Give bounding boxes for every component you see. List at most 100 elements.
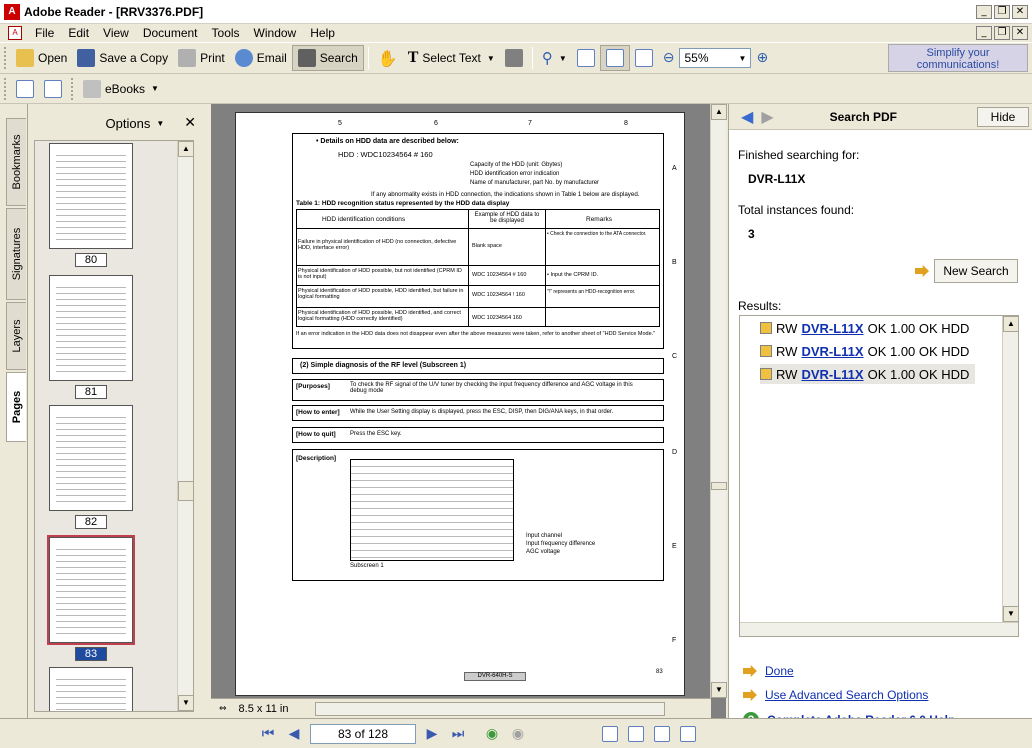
document-scrollbar[interactable]: ▲ ▼ <box>710 104 727 698</box>
result-item[interactable]: RW DVR-L11X OK 1.00 OK HDD <box>760 318 969 338</box>
table-cell: Physical identification of HDD possible,… <box>298 288 464 300</box>
close-panel-icon[interactable]: ✕ <box>184 115 196 131</box>
toolbar-grip[interactable] <box>4 47 7 69</box>
snapshot-button[interactable] <box>500 45 528 71</box>
tab-signatures[interactable]: Signatures <box>6 208 26 300</box>
tab-pages[interactable]: Pages <box>6 372 26 442</box>
zoom-in-button[interactable]: ⊕ <box>751 45 773 71</box>
results-scrollbar[interactable]: ▲ ▼ <box>1002 316 1019 622</box>
done-row[interactable]: Done <box>743 664 794 678</box>
chevron-down-icon[interactable]: ▼ <box>151 84 159 93</box>
search-header: ◀ ▶ Search PDF Hide <box>729 104 1032 130</box>
menu-window[interactable]: Window <box>247 26 304 40</box>
result-match[interactable]: DVR-L11X <box>801 344 863 359</box>
result-item[interactable]: RW DVR-L11X OK 1.00 OK HDD <box>760 341 969 361</box>
previous-page-icon[interactable]: ◀ <box>284 724 304 744</box>
email-button[interactable]: Email <box>230 45 292 71</box>
result-match[interactable]: DVR-L11X <box>801 321 863 336</box>
doc-close-button[interactable]: ✕ <box>1012 26 1028 40</box>
result-item-selected[interactable]: RW DVR-L11X OK 1.00 OK HDD <box>760 364 976 384</box>
scroll-down-icon[interactable]: ▼ <box>178 695 193 711</box>
doc-restore-button[interactable]: ❐ <box>994 26 1010 40</box>
advanced-search-link[interactable]: Use Advanced Search Options <box>765 688 928 702</box>
doc-minimize-button[interactable]: _ <box>976 26 992 40</box>
done-link[interactable]: Done <box>765 664 794 678</box>
forward-arrow-icon[interactable]: ▶ <box>761 107 773 126</box>
page-thumbnail[interactable] <box>49 143 133 249</box>
zoom-out-button[interactable]: ⊖ <box>658 45 680 71</box>
chevron-down-icon[interactable]: ▼ <box>156 119 164 128</box>
first-page-icon[interactable]: ⏮ <box>258 724 278 744</box>
page-thumbnail[interactable] <box>49 405 133 511</box>
hide-button[interactable]: Hide <box>977 106 1029 127</box>
zoom-field[interactable]: 55% ▼ <box>679 48 752 68</box>
page-thumbnail-selected[interactable] <box>47 535 135 645</box>
zoom-in-tool-button[interactable]: ⚲ ▼ <box>537 45 572 71</box>
chevron-down-icon[interactable]: ▼ <box>487 54 495 63</box>
hdd-line: HDD : WDC10234564 # 160 <box>338 150 433 159</box>
toolbar-grip[interactable] <box>71 77 74 100</box>
save-copy-button[interactable]: Save a Copy <box>72 45 173 71</box>
horizontal-scrollbar[interactable] <box>314 701 665 716</box>
menu-edit[interactable]: Edit <box>61 26 96 40</box>
open-button[interactable]: Open <box>11 45 72 71</box>
scroll-thumb[interactable] <box>178 481 193 501</box>
tab-layers[interactable]: Layers <box>6 302 26 370</box>
scroll-thumb[interactable] <box>711 482 727 490</box>
ebooks-button[interactable]: eBooks ▼ <box>78 76 164 102</box>
close-button[interactable]: ✕ <box>1012 4 1028 19</box>
continuous-icon[interactable] <box>628 725 644 742</box>
rotate-button[interactable] <box>39 76 67 102</box>
fit-page-button[interactable] <box>599 45 630 71</box>
scroll-down-icon[interactable]: ▼ <box>711 682 727 698</box>
single-page-icon[interactable] <box>602 725 618 742</box>
page-thumbnail[interactable] <box>49 667 133 711</box>
scroll-up-icon[interactable]: ▲ <box>1003 316 1019 332</box>
pdf-page[interactable]: 5 6 7 8 A B C D E F • Details on HDD dat… <box>235 112 685 696</box>
next-view-icon[interactable]: ◉ <box>508 724 528 744</box>
menu-document[interactable]: Document <box>136 26 205 40</box>
menu-tools[interactable]: Tools <box>205 26 247 40</box>
split-handle-icon[interactable]: ⇔ <box>219 704 227 714</box>
minimize-button[interactable]: _ <box>976 4 992 19</box>
page-number-field[interactable]: 83 of 128 <box>310 723 416 744</box>
toolbar-grip[interactable] <box>4 77 7 100</box>
chevron-down-icon[interactable]: ▼ <box>559 54 567 63</box>
menu-view[interactable]: View <box>96 26 136 40</box>
last-page-icon[interactable]: ⏭ <box>448 724 468 744</box>
facing-icon[interactable] <box>654 725 670 742</box>
search-button[interactable]: Search <box>291 45 364 71</box>
document-icon[interactable]: A <box>8 26 22 40</box>
hand-tool-button[interactable]: ✋ <box>373 45 403 71</box>
column-marker: 5 <box>338 120 342 127</box>
menu-file[interactable]: File <box>28 26 61 40</box>
actual-size-button[interactable] <box>572 45 600 71</box>
results-hscrollbar[interactable] <box>740 622 1018 636</box>
continuous-facing-icon[interactable] <box>680 725 696 742</box>
row-marker: C <box>672 353 678 360</box>
zoom-value: 55% <box>684 51 709 65</box>
page-thumbnail[interactable] <box>49 275 133 381</box>
copy-page-button[interactable] <box>11 76 39 102</box>
next-page-icon[interactable]: ▶ <box>422 724 442 744</box>
scroll-up-icon[interactable]: ▲ <box>711 104 727 120</box>
new-search-button[interactable]: New Search <box>934 259 1018 283</box>
thumbnail-scrollbar[interactable]: ▲ ▼ <box>177 141 193 711</box>
row-marker: E <box>672 543 677 550</box>
adobe-ad-banner[interactable]: Simplify your communications! <box>888 44 1028 72</box>
previous-view-icon[interactable]: ◉ <box>482 724 502 744</box>
print-button[interactable]: Print <box>173 45 230 71</box>
tab-bookmarks[interactable]: Bookmarks <box>6 118 26 206</box>
back-arrow-icon[interactable]: ◀ <box>741 107 753 126</box>
scroll-down-icon[interactable]: ▼ <box>1003 606 1019 622</box>
fit-width-button[interactable] <box>630 45 658 71</box>
menu-help[interactable]: Help <box>303 26 342 40</box>
advanced-row[interactable]: Use Advanced Search Options <box>743 688 928 702</box>
select-text-button[interactable]: T Select Text ▼ <box>403 45 500 71</box>
document-pane[interactable]: 5 6 7 8 A B C D E F • Details on HDD dat… <box>211 104 727 718</box>
options-menu[interactable]: Options <box>106 116 151 131</box>
chevron-down-icon[interactable]: ▼ <box>739 54 747 63</box>
result-match[interactable]: DVR-L11X <box>801 367 863 382</box>
restore-button[interactable]: ❐ <box>994 4 1010 19</box>
scroll-up-icon[interactable]: ▲ <box>178 141 193 157</box>
